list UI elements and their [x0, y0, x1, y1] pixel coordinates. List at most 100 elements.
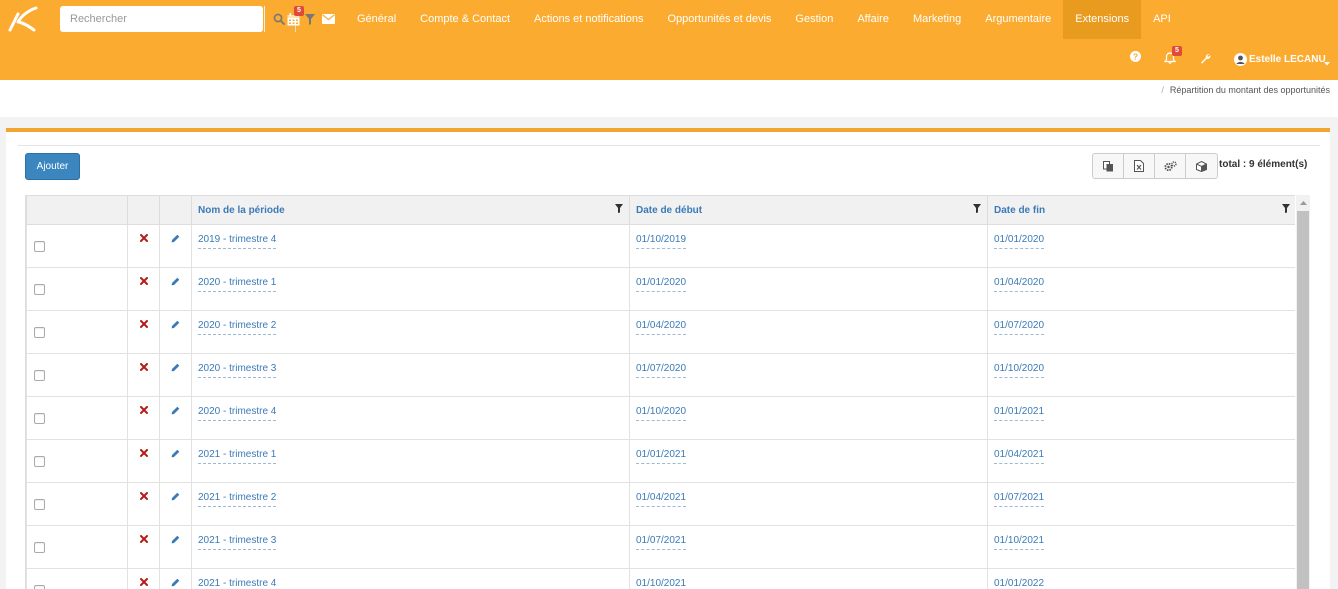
edit-row-button[interactable]	[171, 234, 180, 246]
column-label-start-date[interactable]: Date de début	[636, 205, 702, 216]
period-name-link[interactable]: 2020 - trimestre 2	[198, 320, 277, 335]
table-header-row: Nom de la période Date de début Date de …	[26, 195, 1295, 225]
menu-item-management[interactable]: Gestion	[783, 0, 845, 39]
edit-pencil-icon	[171, 277, 180, 286]
excel-export-button[interactable]	[1124, 154, 1155, 178]
user-menu-button[interactable]	[1234, 53, 1247, 69]
menu-item-general[interactable]: Général	[345, 0, 408, 39]
row-checkbox[interactable]	[34, 542, 45, 553]
delete-row-button[interactable]	[139, 234, 148, 245]
end-date-value[interactable]: 01/07/2021	[994, 492, 1045, 507]
row-checkbox[interactable]	[34, 327, 45, 338]
column-filter-icon[interactable]	[973, 204, 981, 213]
period-name-cell: 2020 - trimestre 1	[191, 267, 630, 311]
delete-row-button[interactable]	[139, 535, 148, 546]
start-date-value[interactable]: 01/04/2021	[636, 492, 687, 507]
row-select-cell	[26, 439, 128, 483]
menu-item-extensions[interactable]: Extensions	[1063, 0, 1142, 39]
delete-row-button[interactable]	[139, 578, 148, 589]
menu-item-api[interactable]: API	[1141, 0, 1183, 39]
column-label-end-date[interactable]: Date de fin	[994, 205, 1045, 216]
column-label-period-name[interactable]: Nom de la période	[198, 205, 285, 216]
row-checkbox[interactable]	[34, 413, 45, 424]
delete-icon	[139, 277, 148, 285]
column-filter-icon[interactable]	[615, 204, 623, 213]
menu-item-business[interactable]: Affaire	[845, 0, 901, 39]
period-name-link[interactable]: 2021 - trimestre 2	[198, 492, 277, 507]
table-scrollbar-thumb[interactable]	[1297, 211, 1309, 589]
start-date-value[interactable]: 01/07/2021	[636, 535, 687, 550]
edit-row-button[interactable]	[171, 535, 180, 547]
start-date-value[interactable]: 01/10/2020	[636, 406, 687, 421]
row-select-cell	[26, 353, 128, 397]
copy-button[interactable]	[1093, 154, 1124, 178]
end-date-value[interactable]: 01/01/2020	[994, 234, 1045, 249]
user-name[interactable]: Estelle LECANU	[1249, 54, 1326, 65]
edit-row-button[interactable]	[171, 320, 180, 332]
start-date-value[interactable]: 01/04/2020	[636, 320, 687, 335]
copy-icon	[1102, 160, 1113, 171]
delete-row-button[interactable]	[139, 363, 148, 374]
end-date-value[interactable]: 01/01/2022	[994, 578, 1044, 589]
period-name-link[interactable]: 2021 - trimestre 4	[198, 578, 276, 589]
end-date-value[interactable]: 01/10/2021	[994, 535, 1045, 550]
menu-item-actions-notifications[interactable]: Actions et notifications	[522, 0, 655, 39]
row-checkbox[interactable]	[34, 284, 45, 295]
period-name-link[interactable]: 2020 - trimestre 4	[198, 406, 277, 421]
delete-row-button[interactable]	[139, 449, 148, 460]
box-button[interactable]	[1186, 154, 1217, 178]
start-date-cell: 01/01/2020	[629, 267, 988, 311]
column-header-end-date[interactable]: Date de fin	[987, 195, 1295, 225]
delete-row-button[interactable]	[139, 320, 148, 331]
end-date-value[interactable]: 01/04/2020	[994, 277, 1045, 292]
column-filter-icon[interactable]	[1282, 204, 1290, 213]
scroll-up-button[interactable]	[1296, 197, 1310, 209]
column-header-start-date[interactable]: Date de début	[629, 195, 988, 225]
settings-button[interactable]	[1155, 154, 1186, 178]
search-input[interactable]	[60, 6, 205, 32]
delete-row-button[interactable]	[139, 406, 148, 417]
notifications-badge: 5	[1172, 46, 1182, 56]
start-date-cell: 01/10/2019	[629, 224, 988, 268]
row-checkbox[interactable]	[34, 241, 45, 252]
edit-row-button[interactable]	[171, 363, 180, 375]
menu-item-sales-pitch[interactable]: Argumentaire	[973, 0, 1063, 39]
edit-row-button[interactable]	[171, 406, 180, 418]
user-dropdown[interactable]	[1324, 57, 1330, 69]
row-checkbox[interactable]	[34, 585, 45, 589]
help-button[interactable]: ?	[1130, 51, 1141, 65]
period-name-link[interactable]: 2021 - trimestre 1	[198, 449, 277, 464]
start-date-value[interactable]: 01/01/2020	[636, 277, 687, 292]
start-date-value[interactable]: 01/10/2019	[636, 234, 687, 249]
app-logo[interactable]	[6, 4, 40, 34]
start-date-value[interactable]: 01/01/2021	[636, 449, 687, 464]
menu-item-opportunities-quotes[interactable]: Opportunités et devis	[655, 0, 783, 39]
column-header-period-name[interactable]: Nom de la période	[191, 195, 630, 225]
mail-button[interactable]	[320, 10, 336, 28]
end-date-value[interactable]: 01/04/2021	[994, 449, 1045, 464]
edit-row-button[interactable]	[171, 277, 180, 289]
start-date-value[interactable]: 01/07/2020	[636, 363, 687, 378]
delete-row-button[interactable]	[139, 492, 148, 503]
period-name-link[interactable]: 2019 - trimestre 4	[198, 234, 277, 249]
period-name-link[interactable]: 2021 - trimestre 3	[198, 535, 277, 550]
end-date-value[interactable]: 01/01/2021	[994, 406, 1045, 421]
search-box	[60, 6, 315, 32]
period-name-link[interactable]: 2020 - trimestre 1	[198, 277, 277, 292]
start-date-value[interactable]: 01/10/2021	[636, 578, 686, 589]
period-name-link[interactable]: 2020 - trimestre 3	[198, 363, 277, 378]
menu-item-marketing[interactable]: Marketing	[901, 0, 973, 39]
settings-wrench-button[interactable]	[1200, 53, 1211, 67]
edit-row-button[interactable]	[171, 578, 180, 589]
edit-row-button[interactable]	[171, 449, 180, 461]
row-checkbox[interactable]	[34, 499, 45, 510]
calendar-badge: 5	[294, 6, 304, 16]
end-date-value[interactable]: 01/07/2020	[994, 320, 1045, 335]
edit-row-button[interactable]	[171, 492, 180, 504]
row-checkbox[interactable]	[34, 370, 45, 381]
add-button[interactable]: Ajouter	[25, 153, 80, 180]
end-date-value[interactable]: 01/10/2020	[994, 363, 1045, 378]
delete-row-button[interactable]	[139, 277, 148, 288]
menu-item-account-contact[interactable]: Compte & Contact	[408, 0, 522, 39]
row-checkbox[interactable]	[34, 456, 45, 467]
